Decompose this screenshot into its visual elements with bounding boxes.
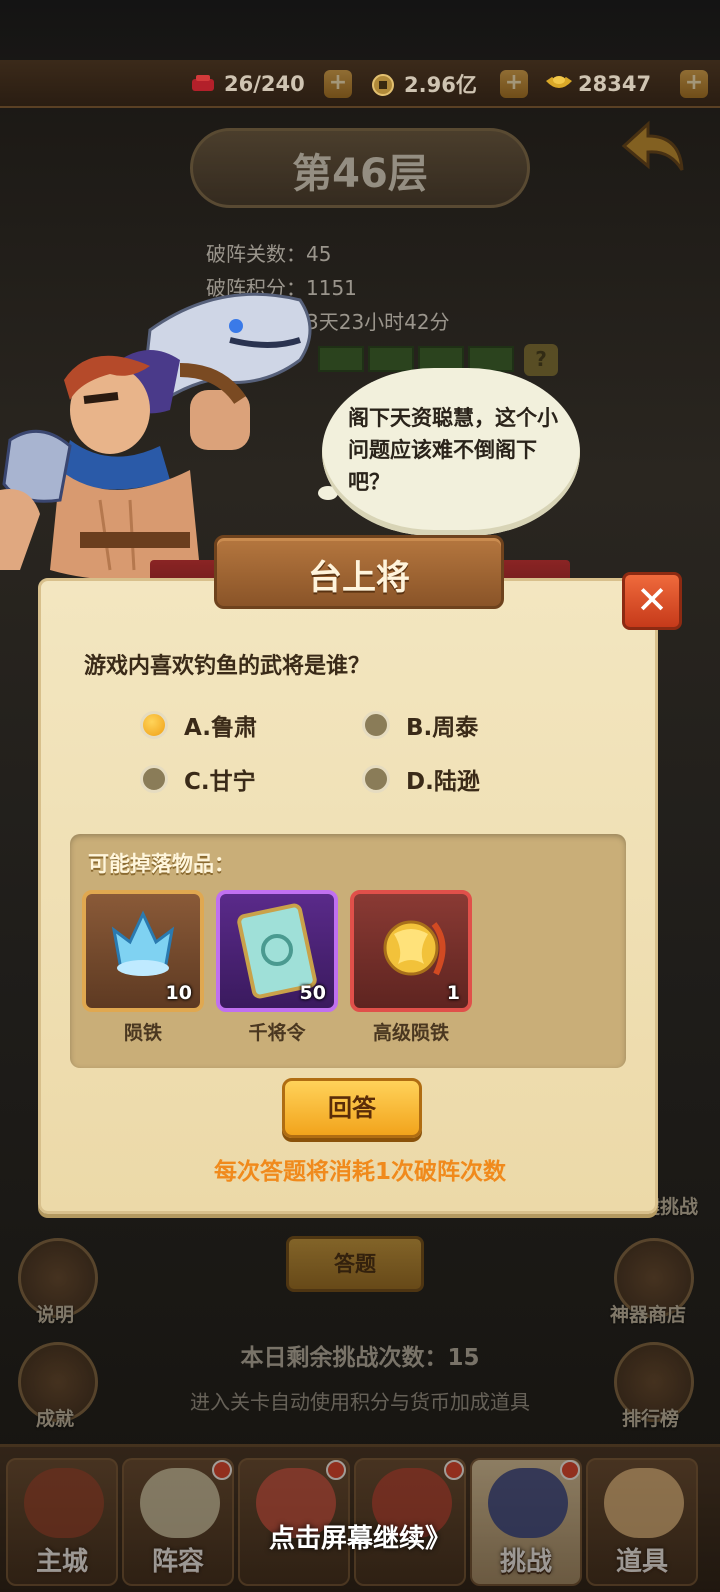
auto-use-note: 进入关卡自动使用积分与货币加成道具	[190, 1390, 530, 1414]
continue-hint[interactable]: 点击屏幕继续》	[0, 1518, 720, 1555]
quiz-tab-button[interactable]: 答题	[286, 1236, 424, 1292]
option-d-label: D.陆逊	[406, 769, 480, 795]
instructions-label: 说明	[36, 1304, 75, 1326]
resource-bar: 26/240 + 2.96亿 + 28347 +	[0, 60, 720, 108]
option-b-label: B.周泰	[406, 715, 479, 741]
tab-4-badge	[444, 1460, 464, 1480]
speech-text: 阁下天资聪慧，这个小问题应该难不倒阁下吧？	[348, 406, 558, 494]
drop-qty-3: 1	[446, 982, 460, 1004]
drop-qty-1: 10	[165, 982, 192, 1004]
ingot-resource: 28347	[544, 68, 651, 100]
add-coin-button[interactable]: +	[500, 70, 528, 98]
drop-qty-2: 50	[299, 982, 326, 1004]
cost-note: 每次答题将消耗1次破阵次数	[213, 1159, 506, 1185]
radio-c[interactable]	[140, 765, 168, 793]
option-a-label: A.鲁肃	[184, 715, 257, 741]
artifact-shop-label: 神器商店	[610, 1304, 687, 1326]
option-d[interactable]: D.陆逊	[362, 762, 480, 796]
back-arrow-icon	[621, 120, 684, 171]
coin-resource: 2.96亿	[370, 68, 477, 100]
modal-title: 台上将	[308, 558, 410, 598]
drops-label: 可能掉落物品：	[88, 852, 235, 876]
drop-name-1: 陨铁	[123, 1022, 162, 1044]
drop-item-meteor-iron[interactable]: 10	[82, 890, 204, 1012]
radio-a[interactable]	[140, 711, 168, 739]
add-ingot-button[interactable]: +	[680, 70, 708, 98]
stamina-value: 26/240	[224, 72, 305, 96]
drop-item-advanced-meteor-iron[interactable]: 1	[350, 890, 472, 1012]
stat-cleared: 破阵关数：45	[206, 242, 332, 266]
stamina-icon	[190, 73, 216, 95]
radio-b[interactable]	[362, 711, 390, 739]
remaining-attempts: 本日剩余挑战次数：15	[240, 1345, 480, 1371]
speech-bubble: 阁下天资聪慧，这个小问题应该难不倒阁下吧？	[322, 368, 580, 536]
floor-banner: 第46层	[190, 128, 530, 208]
floor-title: 第46层	[292, 151, 428, 197]
radio-d[interactable]	[362, 765, 390, 793]
option-a[interactable]: A.鲁肃	[140, 708, 257, 742]
coin-icon	[370, 73, 396, 96]
coin-value: 2.96亿	[404, 73, 477, 97]
drop-name-3: 高级陨铁	[372, 1022, 449, 1044]
drop-item-general-token[interactable]: 50	[216, 890, 338, 1012]
ingot-icon	[544, 73, 572, 95]
help-icon[interactable]: ?	[524, 344, 558, 376]
quiz-question: 游戏内喜欢钓鱼的武将是谁？	[84, 654, 371, 679]
drop-name-2: 千将令	[248, 1022, 306, 1044]
answer-button[interactable]: 回答	[282, 1078, 422, 1138]
option-b[interactable]: B.周泰	[362, 708, 478, 742]
option-c[interactable]: C.甘宁	[140, 762, 256, 796]
option-c-label: C.甘宁	[184, 769, 256, 795]
close-button[interactable]: ✕	[622, 572, 682, 630]
close-icon: ✕	[636, 578, 668, 622]
tab-challenge-badge	[560, 1460, 580, 1480]
modal-title-board: 台上将	[214, 535, 504, 609]
stamina-resource: 26/240	[190, 68, 305, 100]
back-button[interactable]	[618, 118, 688, 178]
add-stamina-button[interactable]: +	[324, 70, 352, 98]
tab-lineup-badge	[212, 1460, 232, 1480]
ingot-value: 28347	[578, 72, 652, 96]
game-screen[interactable]: 26/240 + 2.96亿 + 28347 + 第46层 破阵关数：45 破阵…	[0, 0, 720, 1592]
tab-3-badge	[326, 1460, 346, 1480]
